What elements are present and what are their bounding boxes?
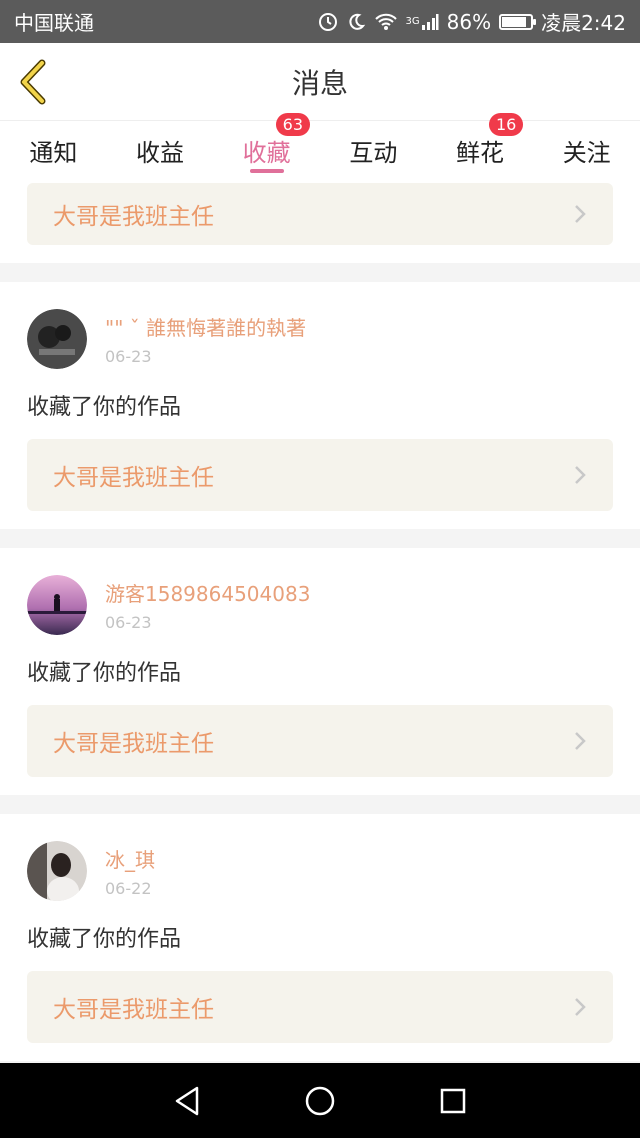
chevron-right-icon — [575, 732, 586, 750]
signal-icon: 3G — [406, 13, 439, 31]
date: 06-22 — [105, 879, 152, 898]
list-item: 游客1589864504083 06-23 收藏了你的作品 大哥是我班主任 — [0, 548, 640, 795]
user-row: "" ˇ 誰無悔著誰的執著 06-23 — [27, 282, 613, 369]
tab-following[interactable]: 关注 — [533, 121, 640, 181]
action-text: 收藏了你的作品 — [27, 927, 182, 952]
username[interactable]: 游客1589864504083 — [105, 578, 310, 607]
system-nav-bar — [0, 1063, 640, 1138]
square-recents-icon — [441, 1088, 466, 1113]
work-link[interactable]: 大哥是我班主任 — [27, 183, 613, 245]
action-text: 收藏了你的作品 — [27, 395, 182, 420]
nav-recents-button[interactable] — [433, 1081, 473, 1121]
list-item: "" ˇ 誰無悔著誰的執著 06-23 收藏了你的作品 大哥是我班主任 — [0, 282, 640, 529]
carrier-name: 中国联通 — [14, 11, 94, 35]
work-title: 大哥是我班主任 — [53, 731, 214, 757]
chevron-right-icon — [575, 998, 586, 1016]
tab-label: 关注 — [562, 139, 611, 167]
avatar[interactable] — [27, 841, 87, 901]
tab-flowers[interactable]: 鲜花 16 — [427, 113, 534, 181]
wifi-icon — [374, 12, 398, 32]
moon-icon — [346, 12, 366, 32]
tab-notifications[interactable]: 通知 — [0, 121, 107, 181]
list-item: 冰_琪 06-22 收藏了你的作品 大哥是我班主任 — [0, 814, 640, 1061]
avatar[interactable] — [27, 575, 87, 635]
back-button[interactable] — [16, 59, 52, 105]
tab-badge: 63 — [275, 113, 311, 136]
divider — [0, 795, 640, 814]
clock: 凌晨2:42 — [541, 11, 626, 35]
tab-earnings[interactable]: 收益 — [107, 121, 214, 181]
page-title: 消息 — [291, 66, 348, 100]
nav-home-button[interactable] — [300, 1081, 340, 1121]
date: 06-23 — [105, 613, 152, 632]
network-type: 3G — [405, 16, 420, 27]
work-title: 大哥是我班主任 — [53, 204, 214, 230]
divider — [0, 529, 640, 548]
message-list: 大哥是我班主任 "" ˇ 誰無悔著誰的執著 06-23 收藏了你的作品 大哥是我… — [0, 181, 640, 1063]
date: 06-23 — [105, 347, 152, 366]
user-info: "" ˇ 誰無悔著誰的執著 06-23 — [105, 312, 306, 366]
status-icons: 3G 86% 凌晨2:42 — [318, 7, 626, 36]
alarm-icon — [318, 12, 338, 32]
tab-label: 通知 — [29, 139, 78, 167]
user-row: 冰_琪 06-22 — [27, 814, 613, 901]
triangle-back-icon — [175, 1086, 198, 1115]
chevron-left-icon — [20, 59, 46, 105]
user-info: 游客1589864504083 06-23 — [105, 578, 310, 632]
tab-label: 收藏 — [242, 139, 291, 167]
work-title: 大哥是我班主任 — [53, 997, 214, 1023]
tab-bar: 通知 收益 收藏 63 互动 鲜花 16 关注 — [0, 113, 640, 181]
chevron-right-icon — [575, 466, 586, 484]
battery-percent: 86% — [446, 9, 492, 34]
tab-label: 鲜花 — [456, 139, 505, 167]
work-link[interactable]: 大哥是我班主任 — [27, 439, 613, 511]
work-title: 大哥是我班主任 — [53, 465, 214, 491]
tab-favorites[interactable]: 收藏 63 — [213, 113, 320, 181]
tab-badge: 16 — [489, 113, 524, 136]
nav-back-button[interactable] — [167, 1081, 207, 1121]
list-item: 大哥是我班主任 — [0, 181, 640, 263]
work-link[interactable]: 大哥是我班主任 — [27, 971, 613, 1043]
chevron-right-icon — [575, 205, 586, 223]
avatar[interactable] — [27, 309, 87, 369]
header: 消息 — [0, 43, 640, 121]
username[interactable]: "" ˇ 誰無悔著誰的執著 — [105, 312, 306, 341]
divider — [0, 263, 640, 282]
status-bar: 中国联通 3G 86% 凌晨2:42 — [0, 0, 640, 43]
username[interactable]: 冰_琪 — [105, 844, 155, 873]
user-info: 冰_琪 06-22 — [105, 844, 155, 898]
tab-label: 收益 — [136, 139, 184, 167]
battery-icon — [499, 13, 537, 30]
circle-home-icon — [305, 1086, 335, 1115]
tab-label: 互动 — [349, 139, 398, 167]
user-row: 游客1589864504083 06-23 — [27, 548, 613, 635]
active-tab-indicator — [249, 169, 284, 173]
tab-interactions[interactable]: 互动 — [320, 121, 427, 181]
work-link[interactable]: 大哥是我班主任 — [27, 705, 613, 777]
action-text: 收藏了你的作品 — [27, 661, 182, 686]
